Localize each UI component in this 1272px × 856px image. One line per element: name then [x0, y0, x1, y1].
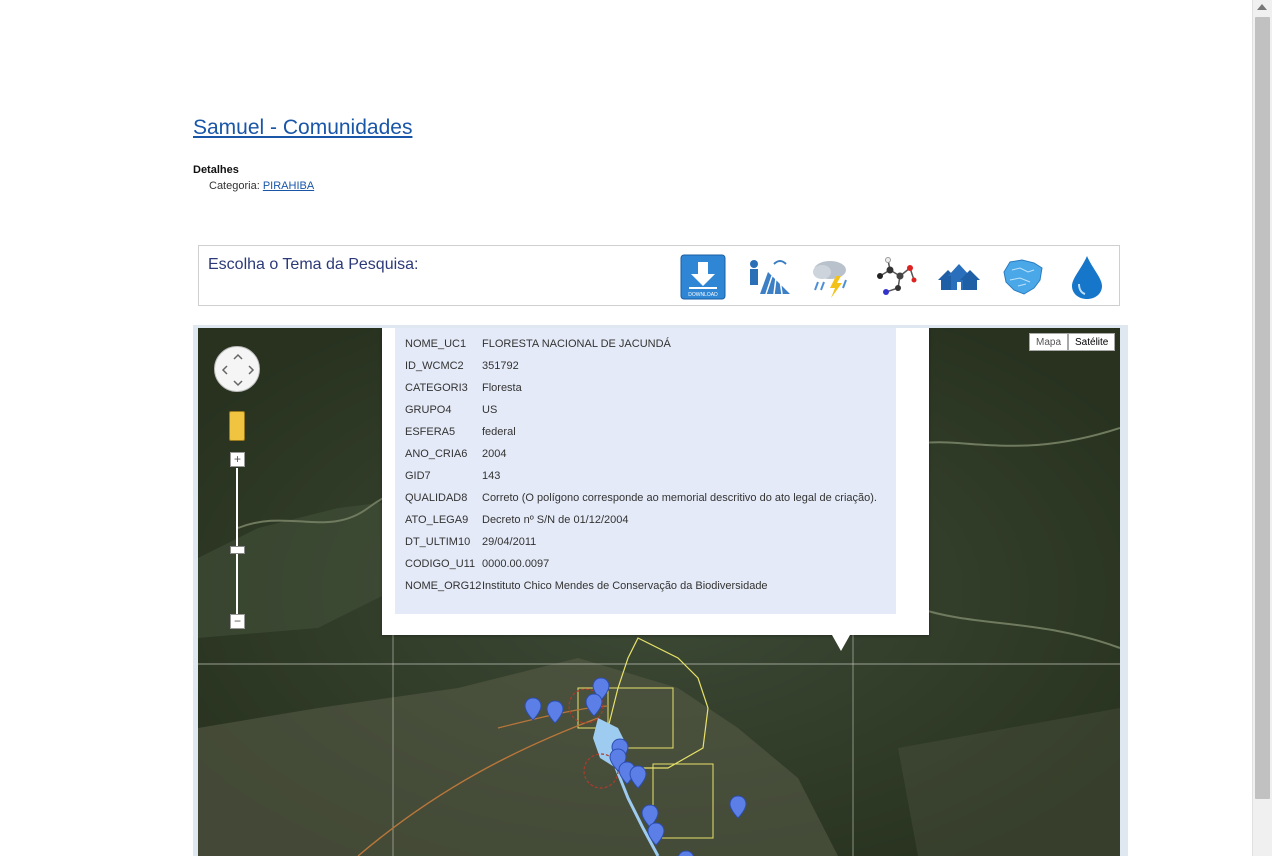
info-key: CODIGO_U11 [405, 558, 476, 570]
info-key: NOME_UC1 [405, 338, 467, 350]
info-row: QUALIDAD8 Correto (O polígono corresponde… [395, 487, 896, 509]
info-value: 29/04/2011 [482, 536, 537, 548]
map-type-satellite-button[interactable]: Satélite [1068, 333, 1116, 351]
info-row: ESFERA5 federal [395, 421, 896, 443]
info-row: ID_WCMC2 351792 [395, 355, 896, 377]
water-drop-icon[interactable] [1064, 254, 1110, 300]
scrollbar-thumb[interactable] [1255, 17, 1270, 799]
molecule-icon[interactable] [872, 254, 918, 300]
info-row: CATEGORI3 Floresta [395, 377, 896, 399]
info-value: Correto (O polígono corresponde ao memor… [482, 492, 877, 504]
vertical-scrollbar[interactable] [1252, 0, 1272, 856]
category-link[interactable]: PIRAHIBA [263, 180, 314, 192]
info-value: federal [482, 426, 516, 438]
zoom-slider-track[interactable] [236, 468, 238, 614]
theme-label: Escolha o Tema da Pesquisa: [208, 256, 419, 273]
download-text: DOWNLOAD [688, 292, 718, 298]
info-key: CATEGORI3 [405, 382, 468, 394]
info-value: FLORESTA NACIONAL DE JACUNDÁ [482, 338, 671, 350]
info-value: Instituto Chico Mendes de Conservação da… [482, 580, 768, 592]
scroll-up-arrow-icon[interactable] [1257, 4, 1267, 10]
region-map-icon[interactable] [1000, 254, 1046, 300]
weather-icon[interactable] [808, 254, 854, 300]
info-table: NOME_UC1 FLORESTA NACIONAL DE JACUNDÁ ID_W… [395, 328, 896, 614]
map-type-mapa-button[interactable]: Mapa [1029, 333, 1069, 351]
info-row: CODIGO_U11 0000.00.0097 [395, 553, 896, 575]
zoom-slider-handle[interactable] [230, 546, 245, 554]
info-key: GRUPO4 [405, 404, 452, 416]
info-value: 0000.00.0097 [482, 558, 550, 570]
download-icon[interactable]: DOWNLOAD [680, 254, 726, 300]
info-row: NOME_UC1 FLORESTA NACIONAL DE JACUNDÁ [395, 333, 896, 355]
info-value: Floresta [482, 382, 522, 394]
pan-control[interactable] [214, 346, 260, 392]
info-value: US [482, 404, 498, 416]
info-value: 351792 [482, 360, 519, 372]
info-row: ATO_LEGA9 Decreto nº S/N de 01/12/2004 [395, 509, 896, 531]
agriculture-icon[interactable] [744, 254, 790, 300]
info-window-pointer [832, 635, 850, 651]
info-key: ESFERA5 [405, 426, 456, 438]
category-row: Categoria: PIRAHIBA [209, 180, 314, 192]
pan-arrows-icon [221, 353, 255, 387]
info-value: 143 [482, 470, 501, 482]
map-frame: Mapa Satélite + − NOME_UC1 FLORESTA NACIO… [193, 325, 1128, 856]
info-value: Decreto nº S/N de 01/12/2004 [482, 514, 629, 526]
info-row: GID7 143 [395, 465, 896, 487]
info-key: NOME_ORG12 [405, 580, 482, 592]
details-heading: Detalhes [193, 164, 239, 176]
info-key: QUALIDAD8 [405, 492, 468, 504]
info-row: NOME_ORG12 Instituto Chico Mendes de Cons… [395, 575, 896, 597]
info-key: ATO_LEGA9 [405, 514, 469, 526]
satellite-map[interactable]: Mapa Satélite + − NOME_UC1 FLORESTA NACIO… [198, 328, 1120, 856]
info-value: 2004 [482, 448, 507, 460]
info-key: ANO_CRIA6 [405, 448, 468, 460]
page-title-link[interactable]: Samuel - Comunidades [193, 116, 412, 140]
info-key: GID7 [405, 470, 431, 482]
info-key: ID_WCMC2 [405, 360, 464, 372]
theme-chooser: Escolha o Tema da Pesquisa: DOWNLOAD [198, 245, 1120, 306]
info-key: DT_ULTIM10 [405, 536, 471, 548]
info-row: GRUPO4 US [395, 399, 896, 421]
info-row: ANO_CRIA6 2004 [395, 443, 896, 465]
zoom-out-button[interactable]: − [230, 614, 245, 629]
info-row: DT_ULTIM10 29/04/2011 [395, 531, 896, 553]
zoom-in-button[interactable]: + [230, 452, 245, 467]
street-view-pegman-icon[interactable] [229, 411, 245, 441]
community-icon[interactable] [936, 254, 982, 300]
map-info-window: NOME_UC1 FLORESTA NACIONAL DE JACUNDÁ ID_W… [382, 328, 929, 651]
category-label: Categoria: [209, 180, 260, 192]
